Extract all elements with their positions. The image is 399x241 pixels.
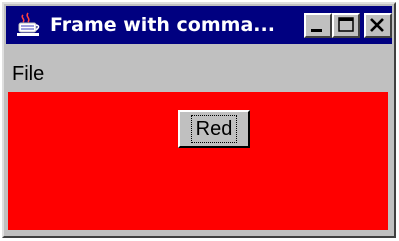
red-button-label: Red <box>190 115 238 143</box>
app-window: Frame with comma... File Red <box>2 2 396 238</box>
maximize-icon <box>338 17 354 32</box>
minimize-button[interactable] <box>304 13 332 38</box>
java-cup-icon[interactable] <box>14 10 44 40</box>
close-icon <box>370 18 384 32</box>
title-bar[interactable]: Frame with comma... <box>6 6 392 44</box>
window-title: Frame with comma... <box>50 14 275 36</box>
minimize-icon <box>311 29 322 32</box>
menu-bar: File <box>6 56 392 92</box>
menu-file[interactable]: File <box>12 62 44 86</box>
maximize-button[interactable] <box>332 13 360 38</box>
content-panel: Red <box>8 92 388 230</box>
red-button[interactable]: Red <box>178 110 250 148</box>
close-button[interactable] <box>364 13 392 38</box>
